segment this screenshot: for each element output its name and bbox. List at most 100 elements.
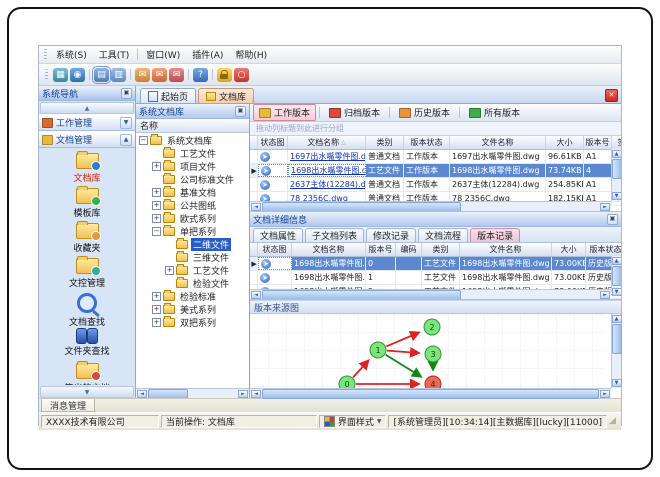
sidebar-item[interactable]: 收藏夹	[42, 221, 132, 258]
pin-icon[interactable]: ▣	[607, 213, 618, 225]
scroll-right-icon[interactable]: ►	[600, 290, 610, 299]
scroll-up-icon[interactable]: ▲	[611, 150, 621, 158]
tree-node[interactable]: + 工艺文件	[136, 264, 249, 277]
graph-hscrollbar[interactable]: ◄ ►	[250, 388, 611, 399]
scroll-down-icon[interactable]: ▼	[611, 379, 622, 387]
header-cell[interactable]: 文档名称	[292, 243, 366, 256]
resize-grip[interactable]: ◢	[609, 415, 619, 428]
header-cell[interactable]: 文件名称	[460, 243, 552, 256]
grid-vscrollbar[interactable]: ▲ ▼	[611, 149, 621, 201]
sidebar-collapse-down[interactable]: ▼	[40, 386, 134, 398]
folder-window-icon[interactable]: ▤	[92, 65, 111, 84]
sidebar-item[interactable]: 文档库	[42, 151, 132, 188]
sidebar-item[interactable]: 文档查找	[42, 293, 132, 328]
tree-node[interactable]: + 公共图纸	[136, 199, 249, 212]
header-cell[interactable]: 签出状态	[612, 136, 622, 149]
scroll-right-icon[interactable]: ►	[238, 389, 248, 398]
globe-icon[interactable]: ◉	[70, 67, 85, 82]
sidebar-collapse-up[interactable]: ▲	[40, 102, 134, 114]
grid-hscrollbar[interactable]: ◄ ►	[250, 289, 611, 299]
table-row[interactable]: ▶➤1698出水嘴零件图.dwg0工艺文件1698出水嘴零件图.dwg73.00…	[250, 257, 621, 271]
details-tab-子文档列表[interactable]: 子文档列表	[305, 228, 365, 242]
scroll-right-icon[interactable]: ►	[600, 202, 610, 211]
header-cell[interactable]: 状态图	[258, 243, 292, 256]
document-link[interactable]: 2637主体(12284).dwg	[290, 179, 365, 190]
version-filter-button[interactable]: 工作版本	[253, 104, 317, 121]
sidebar-item[interactable]: 文控管理	[42, 256, 132, 293]
version-filter-button[interactable]: 归档版本	[323, 104, 386, 121]
toolbar-grip[interactable]	[45, 69, 48, 80]
lock-icon[interactable]	[217, 67, 232, 82]
details-tab-文档流程[interactable]: 文档流程	[418, 228, 469, 242]
tree-node[interactable]: + 基准文档	[136, 186, 249, 199]
interface-style-button[interactable]: 界面样式 ▼	[318, 415, 387, 428]
exit-icon[interactable]: ○	[234, 67, 249, 82]
message-manager-tab[interactable]: 消息管理	[41, 399, 96, 412]
tree-node[interactable]: + 欧式系列	[136, 212, 249, 225]
header-cell[interactable]: 状态图	[258, 136, 288, 149]
tree-node[interactable]: 二维文件	[136, 238, 249, 251]
tab-文档库[interactable]: 文档库	[198, 88, 255, 103]
tab-起始页[interactable]: 起始页	[140, 88, 197, 103]
expand-icon[interactable]: +	[152, 305, 161, 314]
tree-column-header[interactable]: 名称	[136, 119, 249, 133]
tree-node[interactable]: − 单把系列	[136, 225, 249, 238]
menu-item[interactable]: 插件(A)	[186, 47, 229, 62]
tree-node[interactable]: 三维文件	[136, 251, 249, 264]
scroll-down-icon[interactable]: ▼	[611, 288, 621, 296]
tree-node[interactable]: + 双把系列	[136, 316, 249, 329]
help-icon[interactable]: ?	[193, 67, 208, 82]
expand-icon[interactable]: +	[152, 201, 161, 210]
header-cell[interactable]: 类别	[422, 243, 460, 256]
collapse-icon[interactable]: −	[152, 227, 161, 236]
menu-item[interactable]: 帮助(H)	[229, 47, 273, 62]
header-cell[interactable]: 版本号	[584, 136, 612, 149]
menu-item[interactable]: 窗口(W)	[140, 47, 186, 62]
tree-node[interactable]: 检验文件	[136, 277, 249, 290]
scroll-thumb[interactable]	[148, 388, 188, 399]
scroll-left-icon[interactable]: ◄	[251, 202, 261, 211]
tree-node[interactable]: 公司标准文件	[136, 173, 249, 186]
sidebar-item[interactable]: 模板库	[42, 186, 132, 223]
mail-icon[interactable]: ✉	[135, 67, 150, 82]
tree-node[interactable]: + 美式系列	[136, 303, 249, 316]
details-tab-版本记录[interactable]: 版本记录	[470, 228, 521, 242]
scroll-thumb[interactable]	[611, 324, 622, 354]
table-row[interactable]: ➤2637主体(12284).dwg普通文档工作版本2637主体(12284).…	[250, 178, 621, 192]
collapse-icon[interactable]: −	[139, 136, 148, 145]
menu-item[interactable]: 系统(S)	[50, 47, 93, 62]
header-cell[interactable]: 版本状态	[404, 136, 450, 149]
header-cell[interactable]: 类别	[366, 136, 404, 149]
table-row[interactable]: ▶➤1698出水嘴零件图.dwg工艺文件工作版本1698出水嘴零件图.dwg73…	[250, 164, 621, 178]
sidebar-item[interactable]: 签出的文档	[42, 361, 132, 385]
document-link[interactable]: 1697出水嘴零件图.dwg	[290, 151, 365, 162]
expand-icon[interactable]: +	[152, 214, 161, 223]
scroll-thumb[interactable]	[611, 266, 621, 286]
scroll-thumb[interactable]	[262, 201, 462, 211]
desktop-icon[interactable]: ▦	[53, 67, 68, 82]
chevron-icon[interactable]: ▲	[120, 133, 132, 146]
scroll-thumb[interactable]	[611, 159, 621, 179]
mail-send-icon[interactable]: ✉	[152, 67, 167, 82]
document-link[interactable]: 1698出水嘴零件图.dwg	[291, 165, 365, 176]
header-cell[interactable]: 编码	[396, 243, 422, 256]
tree-node[interactable]: + 检验标准	[136, 290, 249, 303]
scroll-down-icon[interactable]: ▼	[611, 192, 621, 200]
scroll-thumb[interactable]	[262, 388, 599, 399]
table-row[interactable]: ➤1697出水嘴零件图.dwg普通文档工作版本1697出水嘴零件图.dwg96.…	[250, 150, 621, 164]
details-tab-文档属性[interactable]: 文档属性	[253, 228, 304, 242]
expand-icon[interactable]: +	[152, 188, 161, 197]
scroll-up-icon[interactable]: ▲	[611, 257, 621, 265]
header-cell[interactable]: 文档名称 △	[288, 136, 366, 149]
expand-icon[interactable]: +	[152, 318, 161, 327]
scroll-left-icon[interactable]: ◄	[251, 290, 261, 299]
scroll-thumb[interactable]	[262, 289, 462, 299]
grid-hscrollbar[interactable]: ◄ ►	[250, 201, 611, 211]
header-cell[interactable]: 大小	[552, 243, 586, 256]
scroll-left-icon[interactable]: ◄	[137, 389, 147, 398]
header-cell[interactable]: 文件名称	[450, 136, 546, 149]
expand-icon[interactable]: +	[152, 292, 161, 301]
window-icon[interactable]: ▥	[111, 67, 126, 82]
tree-node[interactable]: 工艺文件	[136, 147, 249, 160]
sidebar-item[interactable]: 文件夹查找	[42, 328, 132, 363]
